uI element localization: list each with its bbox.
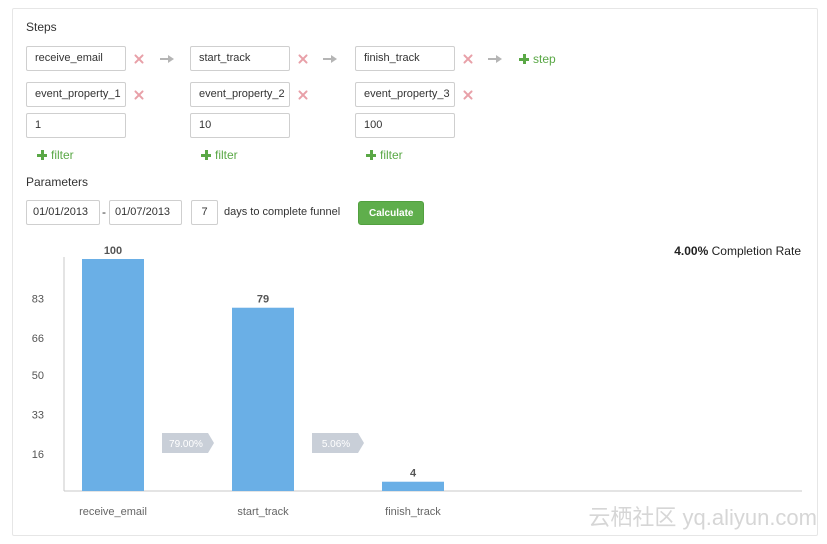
step-2-add-filter-button[interactable]: filter bbox=[201, 148, 238, 162]
step-1-event-input[interactable]: receive_email bbox=[26, 46, 126, 71]
step-1-filter-value-input[interactable]: 1 bbox=[26, 113, 126, 138]
plus-icon bbox=[37, 150, 47, 160]
conversion-tag-label: 5.06% bbox=[322, 439, 350, 450]
bar-receive_email bbox=[82, 259, 144, 491]
y-tick-label: 50 bbox=[32, 370, 44, 382]
plus-icon bbox=[366, 150, 376, 160]
y-tick-label: 66 bbox=[32, 333, 44, 345]
y-tick-label: 83 bbox=[32, 293, 44, 305]
bar-start_track bbox=[232, 307, 294, 491]
step-3-arrow-icon bbox=[488, 54, 502, 64]
step-2-arrow-icon bbox=[323, 54, 337, 64]
step-3-add-filter-button[interactable]: filter bbox=[366, 148, 403, 162]
step-2-remove-icon[interactable] bbox=[297, 53, 309, 65]
end-date-input[interactable]: 01/07/2013 bbox=[109, 200, 182, 225]
steps-title: Steps bbox=[26, 20, 57, 34]
step-2-event-input[interactable]: start_track bbox=[190, 46, 290, 71]
step-3-filter-value-input[interactable]: 100 bbox=[355, 113, 455, 138]
step-1-add-filter-button[interactable]: filter bbox=[37, 148, 74, 162]
step-3-remove-icon[interactable] bbox=[462, 53, 474, 65]
watermark: 云栖社区 yq.aliyun.com bbox=[588, 505, 817, 530]
step-2-filter-remove-icon[interactable] bbox=[297, 89, 309, 101]
bar-finish_track bbox=[382, 481, 444, 491]
days-label: days to complete funnel bbox=[224, 206, 341, 218]
step-2-property-select[interactable]: event_property_2 bbox=[190, 82, 290, 107]
bar-value-label: 100 bbox=[104, 245, 122, 257]
plus-icon bbox=[519, 54, 529, 64]
bar-value-label: 79 bbox=[257, 294, 269, 306]
y-tick-label: 16 bbox=[32, 449, 44, 461]
step-2-filter-value-input[interactable]: 10 bbox=[190, 113, 290, 138]
parameters-title: Parameters bbox=[26, 175, 89, 189]
conversion-tag-label: 79.00% bbox=[169, 439, 203, 450]
x-category-label: receive_email bbox=[79, 506, 147, 518]
step-3-filter-remove-icon[interactable] bbox=[462, 89, 474, 101]
calculate-button[interactable]: Calculate bbox=[358, 201, 425, 225]
y-tick-label: 33 bbox=[32, 409, 44, 421]
funnel-chart: 16 33 50 66 83 100 receive_email 79 start_track 4… bbox=[32, 245, 802, 518]
add-step-button[interactable]: step bbox=[519, 52, 556, 66]
date-range-dash: - bbox=[102, 205, 106, 219]
x-category-label: start_track bbox=[237, 506, 289, 518]
step-3-event-input[interactable]: finish_track bbox=[355, 46, 455, 71]
step-1-arrow-icon bbox=[160, 54, 174, 64]
plus-icon bbox=[201, 150, 211, 160]
step-1-property-select[interactable]: event_property_1 bbox=[26, 82, 126, 107]
step-3-property-select[interactable]: event_property_3 bbox=[355, 82, 455, 107]
step-1-remove-icon[interactable] bbox=[133, 53, 145, 65]
step-1-filter-remove-icon[interactable] bbox=[133, 89, 145, 101]
start-date-input[interactable]: 01/01/2013 bbox=[26, 200, 100, 225]
days-input[interactable]: 7 bbox=[191, 200, 218, 225]
bar-value-label: 4 bbox=[410, 468, 417, 480]
x-category-label: finish_track bbox=[385, 506, 441, 518]
